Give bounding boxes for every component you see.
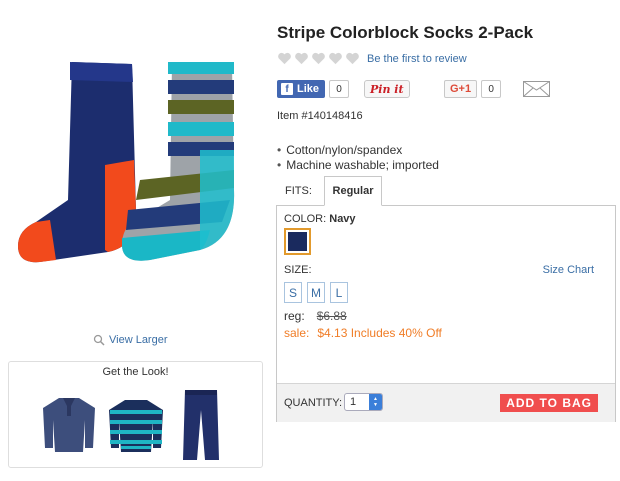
size-chart-link[interactable]: Size Chart — [543, 264, 594, 276]
heart-icon — [312, 52, 325, 65]
quantity-select[interactable]: 1 ▲ ▼ — [344, 393, 383, 411]
color-swatch-navy[interactable] — [284, 228, 311, 255]
tab-regular[interactable]: Regular — [324, 176, 382, 206]
pinterest-pin-button[interactable]: Pin it — [364, 80, 410, 98]
size-button-m[interactable]: M — [307, 282, 325, 303]
size-button-s[interactable]: S — [284, 282, 302, 303]
facebook-like-label: Like — [297, 83, 320, 95]
socks-illustration — [18, 62, 235, 263]
look-item-polo[interactable] — [41, 396, 97, 454]
look-item-striped-tee[interactable] — [107, 398, 165, 454]
get-the-look-title: Get the Look! — [102, 366, 169, 378]
size-label: SIZE: — [284, 264, 312, 276]
facebook-like-button[interactable]: f Like — [277, 80, 326, 98]
regular-price-value: $6.88 — [316, 309, 347, 323]
add-to-bag-button[interactable]: ADD TO BAG — [500, 394, 598, 412]
feature-list: Cotton/nylon/spandex Machine washable; i… — [277, 143, 439, 173]
feature-item: Cotton/nylon/spandex — [277, 143, 439, 158]
magnifier-icon — [93, 334, 105, 346]
feature-item: Machine washable; imported — [277, 158, 439, 173]
sale-price-value: $4.13 Includes 40% Off — [317, 326, 442, 340]
google-plus-one: G+1 0 — [444, 80, 502, 98]
product-title: Stripe Colorblock Socks 2-Pack — [277, 23, 534, 42]
color-value: Navy — [329, 213, 356, 225]
regular-price: reg: $6.88 — [284, 309, 347, 323]
rating-hearts — [277, 52, 360, 65]
quantity-value: 1 — [350, 396, 357, 408]
view-larger-label: View Larger — [109, 334, 168, 346]
item-number: Item #140148416 — [277, 110, 363, 122]
product-options-panel: COLOR: Navy SIZE: Size Chart S M L reg: … — [276, 205, 616, 422]
look-item-jeans[interactable] — [181, 388, 221, 462]
heart-icon — [329, 52, 342, 65]
heart-icon — [295, 52, 308, 65]
quantity-label: QUANTITY: — [284, 397, 343, 409]
color-label-text: COLOR: — [284, 213, 327, 225]
google-plus-button[interactable]: G+1 — [444, 80, 478, 98]
sale-price-label: sale: — [284, 326, 310, 340]
write-review-link[interactable]: Be the first to review — [367, 53, 467, 65]
color-label: COLOR: Navy — [284, 213, 356, 225]
facebook-icon: f — [281, 83, 293, 95]
regular-price-label: reg: — [284, 309, 305, 323]
heart-icon — [278, 52, 291, 65]
product-main-image[interactable] — [10, 50, 255, 275]
size-options: S M L — [284, 282, 348, 303]
purchase-bar: QUANTITY: 1 ▲ ▼ ADD TO BAG — [277, 383, 615, 422]
size-button-l[interactable]: L — [330, 282, 348, 303]
get-the-look-panel: Get the Look! — [8, 361, 263, 468]
facebook-like: f Like 0 — [277, 80, 350, 98]
select-arrows-icon: ▲ ▼ — [369, 394, 382, 410]
email-icon[interactable] — [523, 81, 550, 97]
swatch-fill — [288, 232, 307, 251]
heart-icon — [346, 52, 359, 65]
google-plus-count: 0 — [481, 80, 502, 98]
view-larger-link[interactable]: View Larger — [93, 334, 168, 346]
fits-label: FITS: — [285, 185, 312, 197]
facebook-like-count: 0 — [329, 80, 350, 98]
sale-price: sale: $4.13 Includes 40% Off — [284, 326, 442, 340]
